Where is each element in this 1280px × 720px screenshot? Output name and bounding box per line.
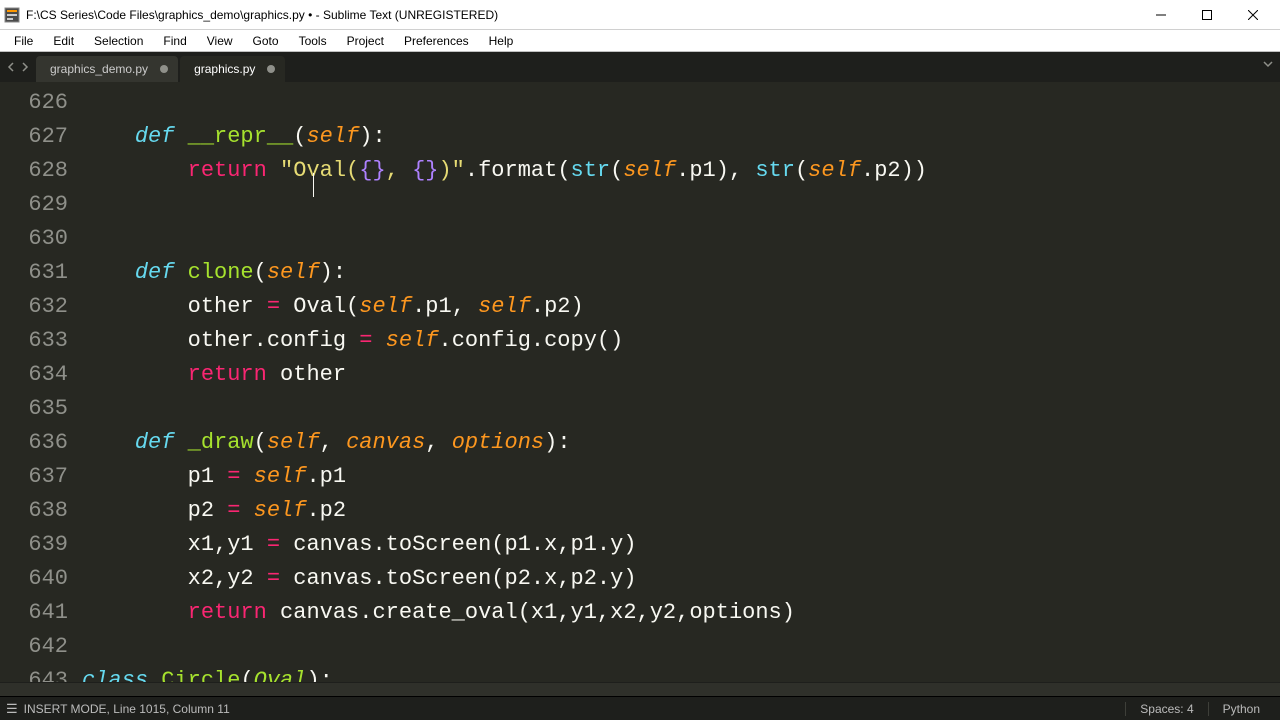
menu-selection[interactable]: Selection — [84, 32, 153, 50]
line-number: 640 — [0, 562, 68, 596]
tab-nav-arrows[interactable] — [4, 52, 36, 82]
code-line[interactable]: return "Oval({}, {})".format(str(self.p1… — [82, 154, 1280, 188]
line-number-gutter: 6266276286296306316326336346356366376386… — [0, 82, 78, 682]
menu-edit[interactable]: Edit — [43, 32, 84, 50]
code-line[interactable] — [82, 86, 1280, 120]
code-line[interactable] — [82, 630, 1280, 664]
tab-overflow-icon[interactable] — [1262, 58, 1274, 73]
line-number: 639 — [0, 528, 68, 562]
code-line[interactable]: def clone(self): — [82, 256, 1280, 290]
tab-label: graphics.py — [194, 62, 255, 76]
line-number: 634 — [0, 358, 68, 392]
status-bar: ☰ INSERT MODE, Line 1015, Column 11 Spac… — [0, 696, 1280, 720]
line-number: 629 — [0, 188, 68, 222]
titlebar: F:\CS Series\Code Files\graphics_demo\gr… — [0, 0, 1280, 30]
menu-goto[interactable]: Goto — [243, 32, 289, 50]
code-line[interactable]: other = Oval(self.p1, self.p2) — [82, 290, 1280, 324]
line-number: 641 — [0, 596, 68, 630]
chevron-left-icon — [6, 62, 16, 72]
menu-find[interactable]: Find — [153, 32, 196, 50]
line-number: 628 — [0, 154, 68, 188]
horizontal-scrollbar[interactable] — [0, 682, 1280, 696]
status-mode: INSERT MODE, Line 1015, Column 11 — [24, 702, 230, 716]
code-line[interactable]: class Circle(Oval): — [82, 664, 1280, 682]
line-number: 638 — [0, 494, 68, 528]
line-number: 632 — [0, 290, 68, 324]
line-number: 643 — [0, 664, 68, 682]
hamburger-icon[interactable]: ☰ — [6, 701, 18, 717]
code-line[interactable]: def _draw(self, canvas, options): — [82, 426, 1280, 460]
dirty-dot-icon — [267, 65, 275, 73]
code-line[interactable]: return canvas.create_oval(x1,y1,x2,y2,op… — [82, 596, 1280, 630]
code-content[interactable]: def __repr__(self): return "Oval({}, {})… — [78, 82, 1280, 682]
menu-preferences[interactable]: Preferences — [394, 32, 479, 50]
menu-file[interactable]: File — [4, 32, 43, 50]
tab-graphics_demo-py[interactable]: graphics_demo.py — [36, 56, 178, 82]
window-title: F:\CS Series\Code Files\graphics_demo\gr… — [26, 8, 1138, 22]
status-spaces[interactable]: Spaces: 4 — [1125, 702, 1207, 716]
code-line[interactable]: p2 = self.p2 — [82, 494, 1280, 528]
line-number: 637 — [0, 460, 68, 494]
window-controls — [1138, 0, 1276, 30]
tab-strip: graphics_demo.py graphics.py — [0, 52, 1280, 82]
status-syntax[interactable]: Python — [1208, 702, 1274, 716]
code-line[interactable] — [82, 392, 1280, 426]
line-number: 633 — [0, 324, 68, 358]
menu-help[interactable]: Help — [479, 32, 524, 50]
editor-area[interactable]: 6266276286296306316326336346356366376386… — [0, 82, 1280, 682]
menu-tools[interactable]: Tools — [289, 32, 337, 50]
chevron-right-icon — [20, 62, 30, 72]
code-line[interactable] — [82, 188, 1280, 222]
line-number: 635 — [0, 392, 68, 426]
tab-label: graphics_demo.py — [50, 62, 148, 76]
menu-project[interactable]: Project — [337, 32, 394, 50]
menu-view[interactable]: View — [197, 32, 243, 50]
code-line[interactable]: other.config = self.config.copy() — [82, 324, 1280, 358]
line-number: 630 — [0, 222, 68, 256]
code-line[interactable]: return other — [82, 358, 1280, 392]
code-line[interactable] — [82, 222, 1280, 256]
code-line[interactable]: def __repr__(self): — [82, 120, 1280, 154]
menubar: FileEditSelectionFindViewGotoToolsProjec… — [0, 30, 1280, 52]
code-line[interactable]: x1,y1 = canvas.toScreen(p1.x,p1.y) — [82, 528, 1280, 562]
line-number: 626 — [0, 86, 68, 120]
app-icon — [4, 7, 20, 23]
line-number: 642 — [0, 630, 68, 664]
line-number: 631 — [0, 256, 68, 290]
code-line[interactable]: p1 = self.p1 — [82, 460, 1280, 494]
code-line[interactable]: x2,y2 = canvas.toScreen(p2.x,p2.y) — [82, 562, 1280, 596]
close-button[interactable] — [1230, 0, 1276, 30]
line-number: 636 — [0, 426, 68, 460]
text-caret — [313, 173, 314, 197]
maximize-button[interactable] — [1184, 0, 1230, 30]
line-number: 627 — [0, 120, 68, 154]
minimize-button[interactable] — [1138, 0, 1184, 30]
dirty-dot-icon — [160, 65, 168, 73]
tab-graphics-py[interactable]: graphics.py — [180, 56, 285, 82]
